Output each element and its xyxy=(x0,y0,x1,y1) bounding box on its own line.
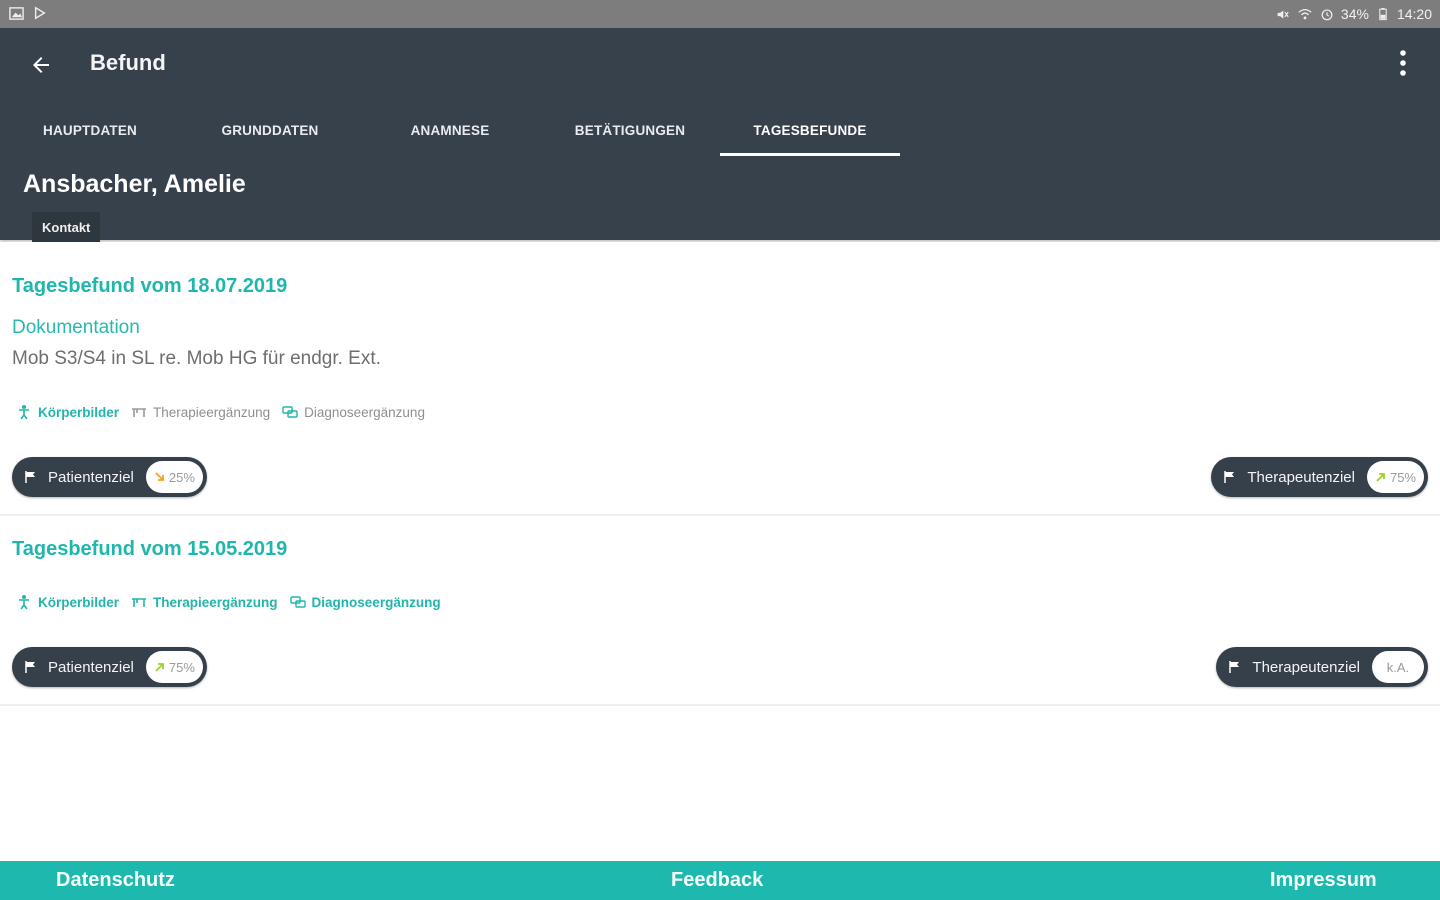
documentation-text: Mob S3/S4 in SL re. Mob HG für endgr. Ex… xyxy=(12,348,381,369)
footer-bar: Datenschutz Feedback Impressum xyxy=(0,861,1440,900)
list-item[interactable]: Tagesbefund vom 15.05.2019 Körperbilder … xyxy=(0,516,1440,706)
contact-button[interactable]: Kontakt xyxy=(32,212,101,242)
flag-icon xyxy=(25,661,35,673)
app-header: Befund HAUPTDATEN GRUNDDATEN ANAMNESE BE… xyxy=(0,28,1440,242)
patient-goal-button[interactable]: Patientenziel 75% xyxy=(12,647,207,687)
link-therapieergaenzung[interactable]: Therapieergänzung xyxy=(131,404,270,420)
feedback-link[interactable]: Feedback xyxy=(671,869,763,892)
battery-icon xyxy=(1375,6,1391,22)
patient-goal-button[interactable]: Patientenziel 25% xyxy=(12,457,207,497)
therapist-goal-button[interactable]: Therapeutenziel 75% xyxy=(1211,457,1428,497)
link-koerperbilder[interactable]: Körperbilder xyxy=(16,404,119,420)
flag-icon xyxy=(1229,661,1240,673)
clock: 14:20 xyxy=(1396,6,1432,22)
entry-title: Tagesbefund vom 18.07.2019 xyxy=(12,275,288,297)
goal-label: Patientenziel xyxy=(48,658,134,676)
wifi-icon xyxy=(1297,6,1313,22)
alarm-icon xyxy=(1319,6,1335,22)
body-icon xyxy=(19,595,29,610)
entry-links: Körperbilder Therapieergänzung Diagnosee… xyxy=(16,594,441,610)
link-label: Körperbilder xyxy=(38,404,120,420)
goal-value: 75% xyxy=(1366,461,1424,493)
link-label: Diagnoseergänzung xyxy=(304,404,425,420)
flag-icon xyxy=(25,471,35,483)
goal-label: Therapeutenziel xyxy=(1252,658,1360,676)
goal-percent: k.A. xyxy=(1386,659,1410,675)
page-title: Befund xyxy=(90,50,166,75)
tab-anamnese[interactable]: ANAMNESE xyxy=(360,106,540,154)
more-vert-icon xyxy=(1400,50,1406,76)
goal-label: Patientenziel xyxy=(48,468,134,486)
battery-percent: 34% xyxy=(1340,6,1369,22)
documentation-label: Dokumentation xyxy=(12,317,140,338)
therapy-icon xyxy=(132,408,147,417)
list-item[interactable]: Tagesbefund vom 18.07.2019 Dokumentation… xyxy=(0,242,1440,516)
trend-up-icon xyxy=(155,663,164,672)
goal-percent: 25% xyxy=(168,469,195,485)
link-diagnoseergaenzung[interactable]: Diagnoseergänzung xyxy=(289,594,441,610)
body-icon xyxy=(19,405,29,420)
goal-label: Therapeutenziel xyxy=(1247,468,1355,486)
tab-betaetigungen[interactable]: BETÄTIGUNGEN xyxy=(540,106,720,154)
flag-icon xyxy=(1224,471,1235,483)
goal-value: 75% xyxy=(145,651,203,683)
overflow-menu-button[interactable] xyxy=(1388,46,1418,80)
arrow-left-icon xyxy=(33,57,49,73)
goal-value: 25% xyxy=(145,461,203,493)
back-button[interactable] xyxy=(24,48,58,82)
trend-down-icon xyxy=(155,472,164,481)
patient-name: Ansbacher, Amelie xyxy=(23,170,246,198)
status-bar: 34% 14:20 xyxy=(0,0,1440,28)
imprint-link[interactable]: Impressum xyxy=(1270,869,1377,892)
link-koerperbilder[interactable]: Körperbilder xyxy=(16,594,119,610)
therapist-goal-button[interactable]: Therapeutenziel k.A. xyxy=(1216,647,1428,687)
tab-bar: HAUPTDATEN GRUNDDATEN ANAMNESE BETÄTIGUN… xyxy=(0,106,1440,156)
link-label: Therapieergänzung xyxy=(153,404,271,420)
entry-title: Tagesbefund vom 15.05.2019 xyxy=(12,538,288,560)
trend-up-icon xyxy=(1376,473,1385,482)
mute-icon xyxy=(1275,6,1291,22)
link-label: Diagnoseergänzung xyxy=(311,594,441,610)
link-label: Körperbilder xyxy=(38,594,120,610)
link-label: Therapieergänzung xyxy=(153,594,278,610)
therapy-icon xyxy=(132,598,147,607)
goal-percent: 75% xyxy=(1389,469,1416,485)
diagnosis-icon xyxy=(289,596,306,608)
link-therapieergaenzung[interactable]: Therapieergänzung xyxy=(131,594,278,610)
diagnosis-icon xyxy=(282,406,298,418)
tab-grunddaten[interactable]: GRUNDDATEN xyxy=(180,106,360,154)
link-diagnoseergaenzung[interactable]: Diagnoseergänzung xyxy=(282,404,425,420)
image-icon xyxy=(8,5,24,21)
goal-percent: 75% xyxy=(168,659,195,675)
entry-links: Körperbilder Therapieergänzung Diagnosee… xyxy=(16,404,425,420)
goal-value: k.A. xyxy=(1372,651,1424,683)
privacy-link[interactable]: Datenschutz xyxy=(56,869,175,892)
tab-tagesbefunde[interactable]: TAGESBEFUNDE xyxy=(720,106,900,156)
tab-hauptdaten[interactable]: HAUPTDATEN xyxy=(0,106,180,154)
play-store-icon xyxy=(32,5,48,21)
